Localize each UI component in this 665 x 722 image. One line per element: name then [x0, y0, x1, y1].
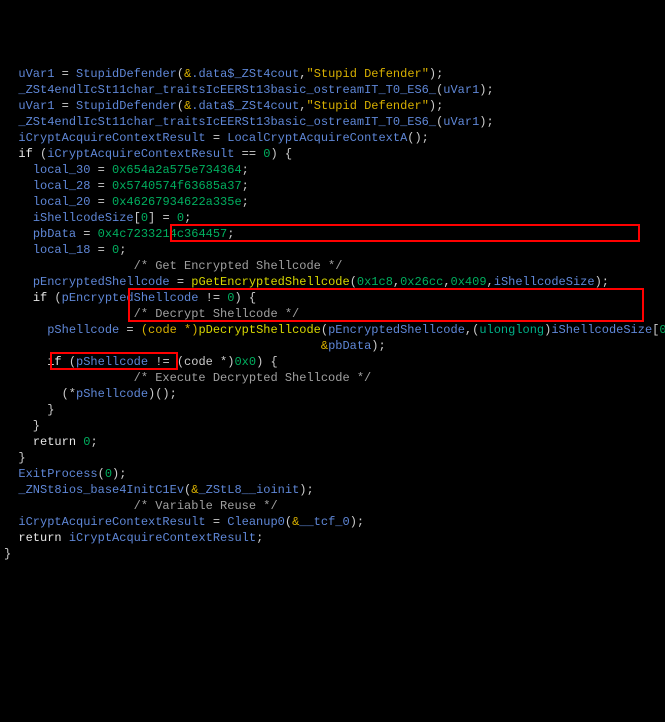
code-listing: uVar1 = StupidDefender(&.data$_ZSt4cout,… — [4, 66, 661, 578]
